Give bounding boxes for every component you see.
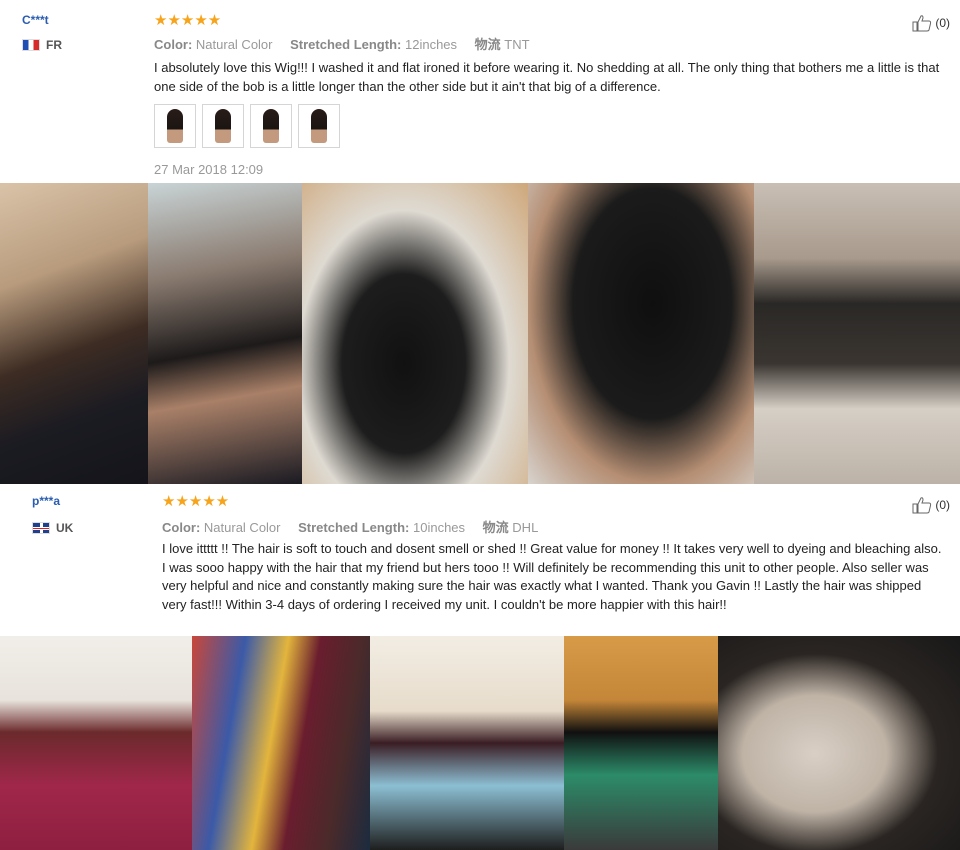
shipping-label: 物流 <box>482 520 509 535</box>
color-label: Color: <box>162 520 201 535</box>
order-info: Color: Natural Color Stretched Length: 1… <box>154 34 530 53</box>
country-code: FR <box>46 38 62 52</box>
review-photo[interactable] <box>302 183 528 484</box>
helpful-button[interactable]: (0) <box>912 14 950 32</box>
review-photo[interactable] <box>718 636 960 850</box>
france-flag-icon <box>22 39 40 51</box>
star-rating: ★★★★★ <box>154 12 222 29</box>
review-photo[interactable] <box>370 636 564 850</box>
star-rating: ★★★★★ <box>162 493 230 510</box>
length-label: Stretched Length: <box>298 520 410 535</box>
thumbs-up-icon <box>912 497 932 514</box>
helpful-count: (0) <box>935 16 950 30</box>
shipping-value: DHL <box>512 520 539 535</box>
review-photo[interactable] <box>192 636 370 850</box>
length-value: 10inches <box>412 520 466 535</box>
shipping-value: TNT <box>504 37 530 52</box>
helpful-count: (0) <box>935 498 950 512</box>
reviewer-name[interactable]: p***a <box>32 494 60 508</box>
review-text: I absolutely love this Wig!!! I washed i… <box>154 60 940 94</box>
shipping-label: 物流 <box>474 37 501 52</box>
review-thumbnail[interactable] <box>298 104 340 148</box>
helpful-button[interactable]: (0) <box>912 496 950 514</box>
length-value: 12inches <box>404 37 458 52</box>
review-photo[interactable] <box>754 183 960 484</box>
uk-flag-icon <box>32 522 50 534</box>
review-photo[interactable] <box>528 183 754 484</box>
review-photo[interactable] <box>564 636 718 850</box>
review-photo[interactable] <box>0 183 148 484</box>
length-label: Stretched Length: <box>290 37 402 52</box>
review-thumbnail[interactable] <box>154 104 196 148</box>
color-value: Natural Color <box>203 520 281 535</box>
review-thumbnails <box>154 104 340 148</box>
review-photo[interactable] <box>0 636 192 850</box>
review-thumbnail[interactable] <box>250 104 292 148</box>
thumbs-up-icon <box>912 15 932 32</box>
color-label: Color: <box>154 37 193 52</box>
review-2: p***a UK ★★★★★ Color: Natural Color Stre… <box>0 484 960 636</box>
reviewer-country: FR <box>22 38 62 52</box>
review-thumbnail[interactable] <box>202 104 244 148</box>
country-code: UK <box>56 521 74 535</box>
reviewer-country: UK <box>32 521 73 535</box>
review-1: C***t FR ★★★★★ Color: Natural Color Stre… <box>0 0 960 183</box>
review-photo[interactable] <box>148 183 302 484</box>
review-text: I love ittttt !! The hair is soft to tou… <box>162 541 942 612</box>
order-info: Color: Natural Color Stretched Length: 1… <box>162 517 538 536</box>
reviewer-name[interactable]: C***t <box>22 13 49 27</box>
review-date: 27 Mar 2018 12:09 <box>154 162 264 177</box>
review-2-photos <box>0 636 960 850</box>
review-1-photos <box>0 183 960 484</box>
color-value: Natural Color <box>195 37 273 52</box>
